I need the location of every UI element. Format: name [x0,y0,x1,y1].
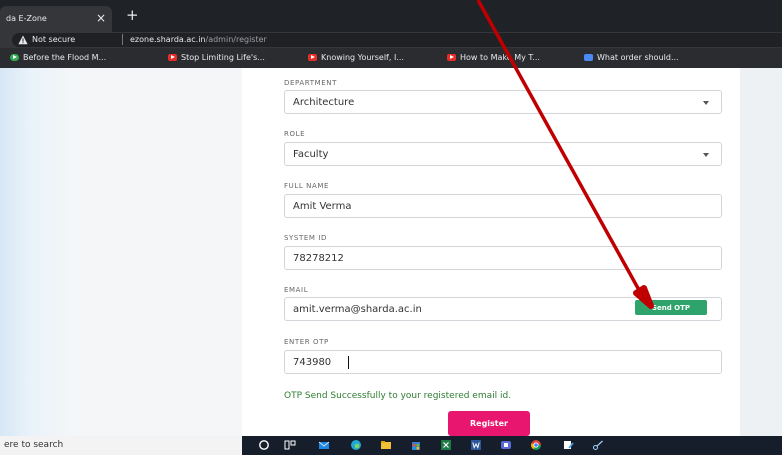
task-view-icon[interactable] [284,439,296,451]
bookmark-icon [584,54,593,61]
omnibox-divider [122,34,123,45]
chevron-down-icon [703,153,709,157]
bookmark-item[interactable]: What order should... [584,53,679,63]
new-tab-icon[interactable]: + [126,8,139,23]
left-background-panel [0,68,242,436]
browser-tab-strip: da E-Zone × + [0,0,782,32]
send-otp-button[interactable]: Send OTP [635,300,707,315]
otp-success-message: OTP Send Successfully to your registered… [284,391,512,401]
excel-icon[interactable] [440,439,452,451]
system-id-label: SYSTEM ID [284,234,327,242]
windows-taskbar: ere to search [0,436,782,455]
role-select[interactable]: Faculty [284,142,722,166]
warning-icon [18,35,28,45]
department-label: DEPARTMENT [284,79,337,87]
address-bar: Not secure ezone.sharda.ac.in/admin/regi… [0,32,782,48]
tab-title: da E-Zone [6,14,47,23]
registration-form: DEPARTMENT Architecture ROLE Faculty FUL… [242,68,740,436]
snip-icon[interactable] [592,439,604,451]
url-host: ezone.sharda.ac.in [130,35,206,44]
taskbar-search-text: ere to search [4,440,64,450]
bookmark-label: How to Make My T... [460,53,540,62]
otp-input[interactable]: 743980 [284,350,722,374]
page-content: DEPARTMENT Architecture ROLE Faculty FUL… [0,68,782,436]
teams-icon[interactable] [500,439,512,451]
paint-icon[interactable] [562,439,574,451]
system-id-input[interactable]: 78278212 [284,246,722,270]
edge-icon[interactable] [350,439,362,451]
youtube-icon [168,54,177,61]
bookmarks-bar: Before the Flood M... Stop Limiting Life… [0,48,782,68]
omnibox[interactable]: Not secure ezone.sharda.ac.in/admin/regi… [12,33,782,47]
green-play-icon [10,54,19,61]
url-path: /admin/register [205,35,267,44]
url-text: ezone.sharda.ac.in/admin/register [130,35,267,44]
system-id-value: 78278212 [293,253,344,264]
full-name-input[interactable]: Amit Verma [284,194,722,218]
youtube-icon [308,54,317,61]
text-cursor [348,356,349,369]
chevron-down-icon [703,101,709,105]
bookmark-item[interactable]: How to Make My T... [447,53,540,63]
word-icon[interactable] [470,439,482,451]
mail-icon[interactable] [318,439,330,451]
tab-close-icon[interactable]: × [96,11,106,25]
full-name-label: FULL NAME [284,182,330,190]
department-value: Architecture [293,97,355,108]
full-name-value: Amit Verma [293,201,352,212]
file-explorer-icon[interactable] [380,439,392,451]
department-select[interactable]: Architecture [284,90,722,114]
youtube-icon [447,54,456,61]
right-background-panel [740,68,782,436]
otp-label: ENTER OTP [284,338,329,346]
otp-value: 743980 [293,357,332,368]
email-label: EMAIL [284,286,309,294]
browser-tab[interactable]: da E-Zone × [0,6,112,32]
bookmark-label: What order should... [597,53,679,62]
chrome-icon[interactable] [530,439,542,451]
register-button[interactable]: Register [448,411,530,436]
bookmark-item[interactable]: Knowing Yourself, I... [308,53,404,63]
start-circle-icon[interactable] [258,439,270,451]
email-value: amit.verma@sharda.ac.in [293,304,422,315]
bookmark-label: Before the Flood M... [23,53,107,62]
bookmark-item[interactable]: Stop Limiting Life's... [168,53,265,63]
bookmark-label: Knowing Yourself, I... [321,53,404,62]
bookmark-label: Stop Limiting Life's... [181,53,265,62]
bookmark-item[interactable]: Before the Flood M... [10,53,106,63]
taskbar-search-box[interactable]: ere to search [0,436,242,455]
not-secure-label: Not secure [32,35,76,44]
role-label: ROLE [284,130,306,138]
role-value: Faculty [293,149,329,160]
store-icon[interactable] [410,439,422,451]
